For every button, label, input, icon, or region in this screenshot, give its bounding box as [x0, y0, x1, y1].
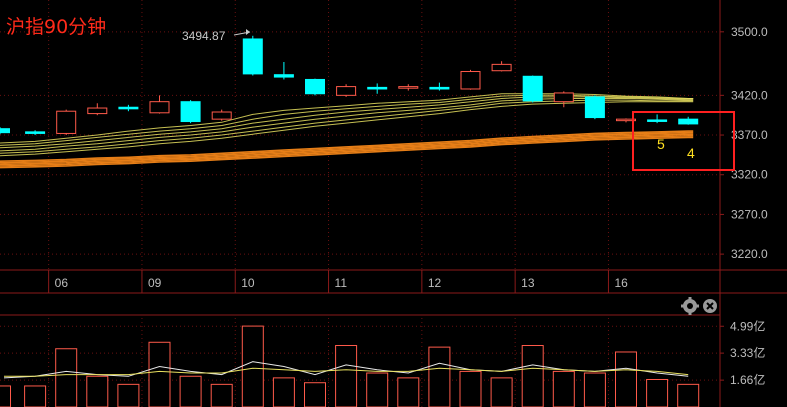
candle-body	[118, 106, 139, 110]
volume-bar	[0, 385, 11, 407]
candle-body	[211, 111, 232, 120]
price-tick-label: 3500.0	[731, 25, 768, 39]
close-icon[interactable]	[703, 299, 717, 313]
candle-body	[584, 96, 605, 119]
volume-bar	[428, 346, 451, 407]
candle-body	[678, 118, 699, 125]
volume-bar	[210, 383, 233, 407]
candle	[584, 95, 605, 120]
volume-bar	[304, 382, 326, 407]
volume-tick-label: 1.66亿	[730, 372, 765, 387]
candle-body	[242, 38, 263, 75]
volume-bar	[677, 383, 700, 407]
candle-body	[647, 119, 668, 122]
candle-body	[429, 86, 450, 90]
volume-tick-label: 3.33亿	[730, 345, 765, 360]
candle-body	[56, 110, 77, 134]
candle-body	[522, 75, 543, 102]
candle-body	[367, 86, 388, 90]
volume-bar	[490, 377, 513, 407]
candle-body	[180, 101, 201, 123]
candle-body	[398, 86, 419, 89]
volume-tick-label: 4.99亿	[730, 318, 765, 333]
candle-body	[25, 131, 46, 134]
date-tick-label: 16	[614, 276, 628, 290]
date-tick-label: 11	[335, 276, 348, 290]
volume-bar	[24, 385, 47, 407]
candle-body	[87, 107, 108, 115]
volume-bar	[583, 372, 606, 407]
volume-bar	[615, 351, 637, 407]
candle-body	[491, 63, 512, 72]
candle	[522, 75, 543, 103]
volume-bar	[179, 375, 202, 407]
volume-bar	[552, 370, 575, 407]
candle	[460, 69, 481, 90]
chart-title: 沪指90分钟	[6, 16, 107, 38]
candle-body	[273, 74, 294, 78]
volume-bar	[459, 370, 482, 407]
date-tick-label: 10	[241, 276, 255, 290]
date-tick-label: 06	[55, 276, 69, 290]
candle-body	[460, 71, 481, 90]
volume-bar	[521, 345, 544, 407]
candle-body	[336, 86, 357, 96]
volume-bar	[397, 377, 420, 407]
candle-body	[149, 101, 170, 114]
volume-bar	[55, 348, 78, 407]
volume-bar	[646, 378, 669, 407]
candle	[180, 100, 201, 124]
candle-body	[0, 128, 10, 134]
volume-bar	[366, 372, 389, 407]
candle	[56, 109, 77, 136]
price-tick-label: 3270.0	[731, 207, 768, 221]
candle	[305, 78, 325, 96]
box-label-left: 5	[657, 136, 665, 152]
candle-body	[305, 78, 325, 95]
kline-chart[interactable]: 3500.0 3420.0 3370.0 3320.0 3270.0 3220.0 4.99…	[0, 0, 787, 407]
box-label-right: 4	[687, 145, 695, 161]
date-tick-label: 13	[521, 276, 535, 290]
volume-bar	[117, 383, 140, 407]
high-value-label: 3494.87	[182, 29, 226, 43]
volume-bar	[86, 375, 109, 407]
volume-bar	[148, 341, 171, 407]
candle	[336, 84, 357, 97]
volume-bar	[335, 345, 358, 407]
chart-background	[0, 0, 787, 407]
volume-bar	[241, 325, 264, 407]
candle-body	[553, 92, 574, 103]
price-tick-label: 3420.0	[731, 88, 768, 102]
date-tick-label: 09	[148, 276, 162, 290]
candle	[242, 35, 263, 76]
date-tick-label: 12	[428, 276, 442, 290]
volume-bar	[272, 377, 295, 407]
price-tick-label: 3370.0	[731, 128, 768, 142]
price-tick-label: 3320.0	[731, 168, 768, 182]
price-tick-label: 3220.0	[731, 247, 768, 261]
